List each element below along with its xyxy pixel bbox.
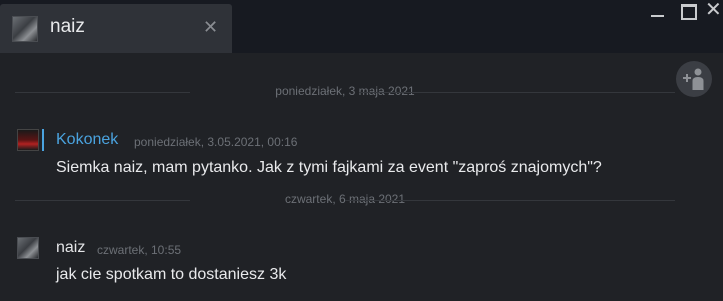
add-friend-button[interactable] — [676, 61, 712, 97]
title-bar: naiz ✕ ✕ — [0, 0, 723, 53]
avatar[interactable] — [17, 129, 39, 151]
divider-line — [359, 92, 675, 93]
message-timestamp: czwartek, 10:55 — [97, 243, 182, 257]
tab-title: naiz — [50, 16, 85, 37]
message-text: Siemka naiz, mam pytanko. Jak z tymi faj… — [56, 159, 602, 176]
chat-tab[interactable]: naiz ✕ — [0, 4, 232, 53]
date-divider: czwartek, 6 maja 2021 — [15, 192, 675, 208]
maximize-icon[interactable] — [681, 4, 697, 20]
message-sender[interactable]: naiz — [56, 239, 85, 257]
avatar-status-bar — [42, 129, 44, 151]
message-timestamp: poniedziałek, 3.05.2021, 00:16 — [134, 135, 298, 149]
date-divider: poniedziałek, 3 maja 2021 — [15, 84, 675, 100]
date-divider-label: poniedziałek, 3 maja 2021 — [275, 84, 415, 98]
window-close-button[interactable]: ✕ — [705, 0, 722, 21]
add-friend-icon — [683, 68, 704, 90]
message-sender[interactable]: Kokonek — [56, 131, 118, 149]
tab-close-button[interactable]: ✕ — [203, 16, 218, 38]
avatar[interactable] — [17, 237, 39, 259]
divider-line — [345, 200, 675, 201]
message-text: jak cie spotkam to dostaniesz 3k — [56, 266, 287, 283]
minimize-icon[interactable] — [651, 4, 665, 18]
user-avatar-icon — [12, 16, 38, 42]
date-divider-label: czwartek, 6 maja 2021 — [284, 192, 406, 206]
